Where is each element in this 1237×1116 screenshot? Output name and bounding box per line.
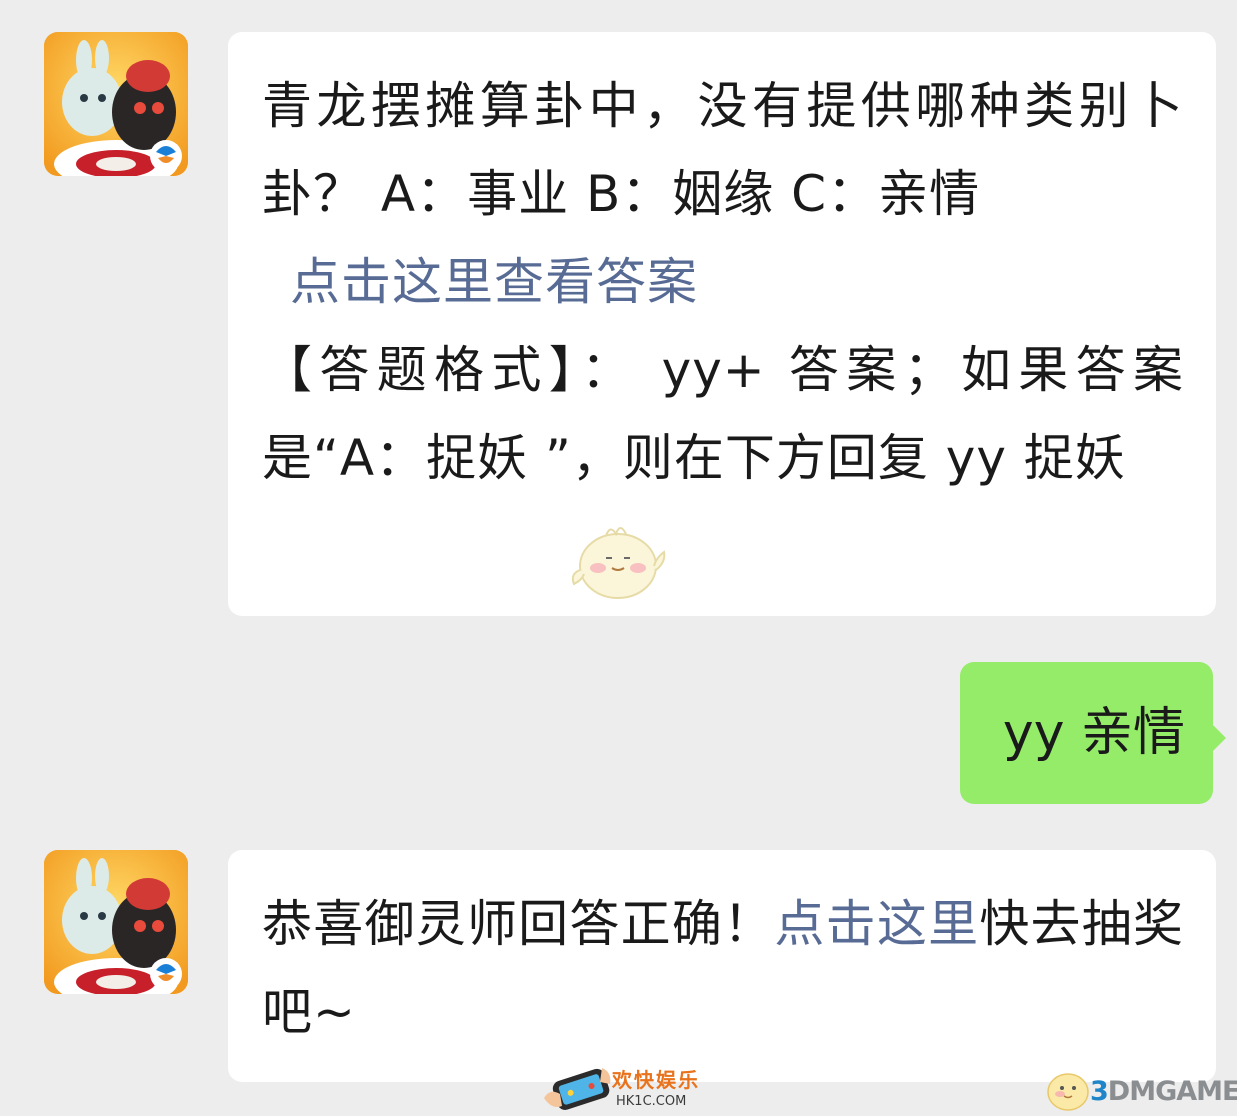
watermark-brand-url: HK1C.COM	[616, 1094, 687, 1109]
outgoing-message-reply: yy 亲情	[960, 662, 1226, 804]
reply-text: yy 亲情	[1002, 703, 1185, 763]
incoming-message-question: 青龙摆摊算卦中，没有提供哪种类别卜卦？ A：事业 B：姻缘 C：亲情 点击这里查…	[228, 32, 1216, 616]
incoming-message-result: 恭喜御灵师回答正确！点击这里快去抽奖吧~	[228, 850, 1216, 1082]
bot-avatar[interactable]	[44, 32, 188, 176]
answer-format-text: 【答题格式】： yy+ 答案；如果答案是“A：捉妖 ”，则在下方回复 yy 捉妖	[262, 341, 1184, 487]
chick-sticker-icon	[571, 527, 666, 599]
bot-avatar[interactable]	[44, 850, 188, 994]
lottery-link[interactable]: 点击这里	[774, 895, 979, 953]
game-character-avatar-icon	[44, 850, 188, 994]
watermark-3dmgame-text: 3DMGAME	[1090, 1076, 1237, 1107]
congrats-text: 恭喜御灵师回答正确！	[262, 895, 775, 953]
game-character-avatar-icon	[44, 32, 188, 176]
watermark-brand-text: 欢快娱乐	[612, 1068, 700, 1092]
question-text: 青龙摆摊算卦中，没有提供哪种类别卜卦？ A：事业 B：姻缘 C：亲情	[262, 77, 1184, 223]
result-text: 恭喜御灵师回答正确！点击这里快去抽奖吧~	[262, 880, 1184, 1056]
view-answer-link[interactable]: 点击这里查看答案	[262, 238, 1184, 326]
